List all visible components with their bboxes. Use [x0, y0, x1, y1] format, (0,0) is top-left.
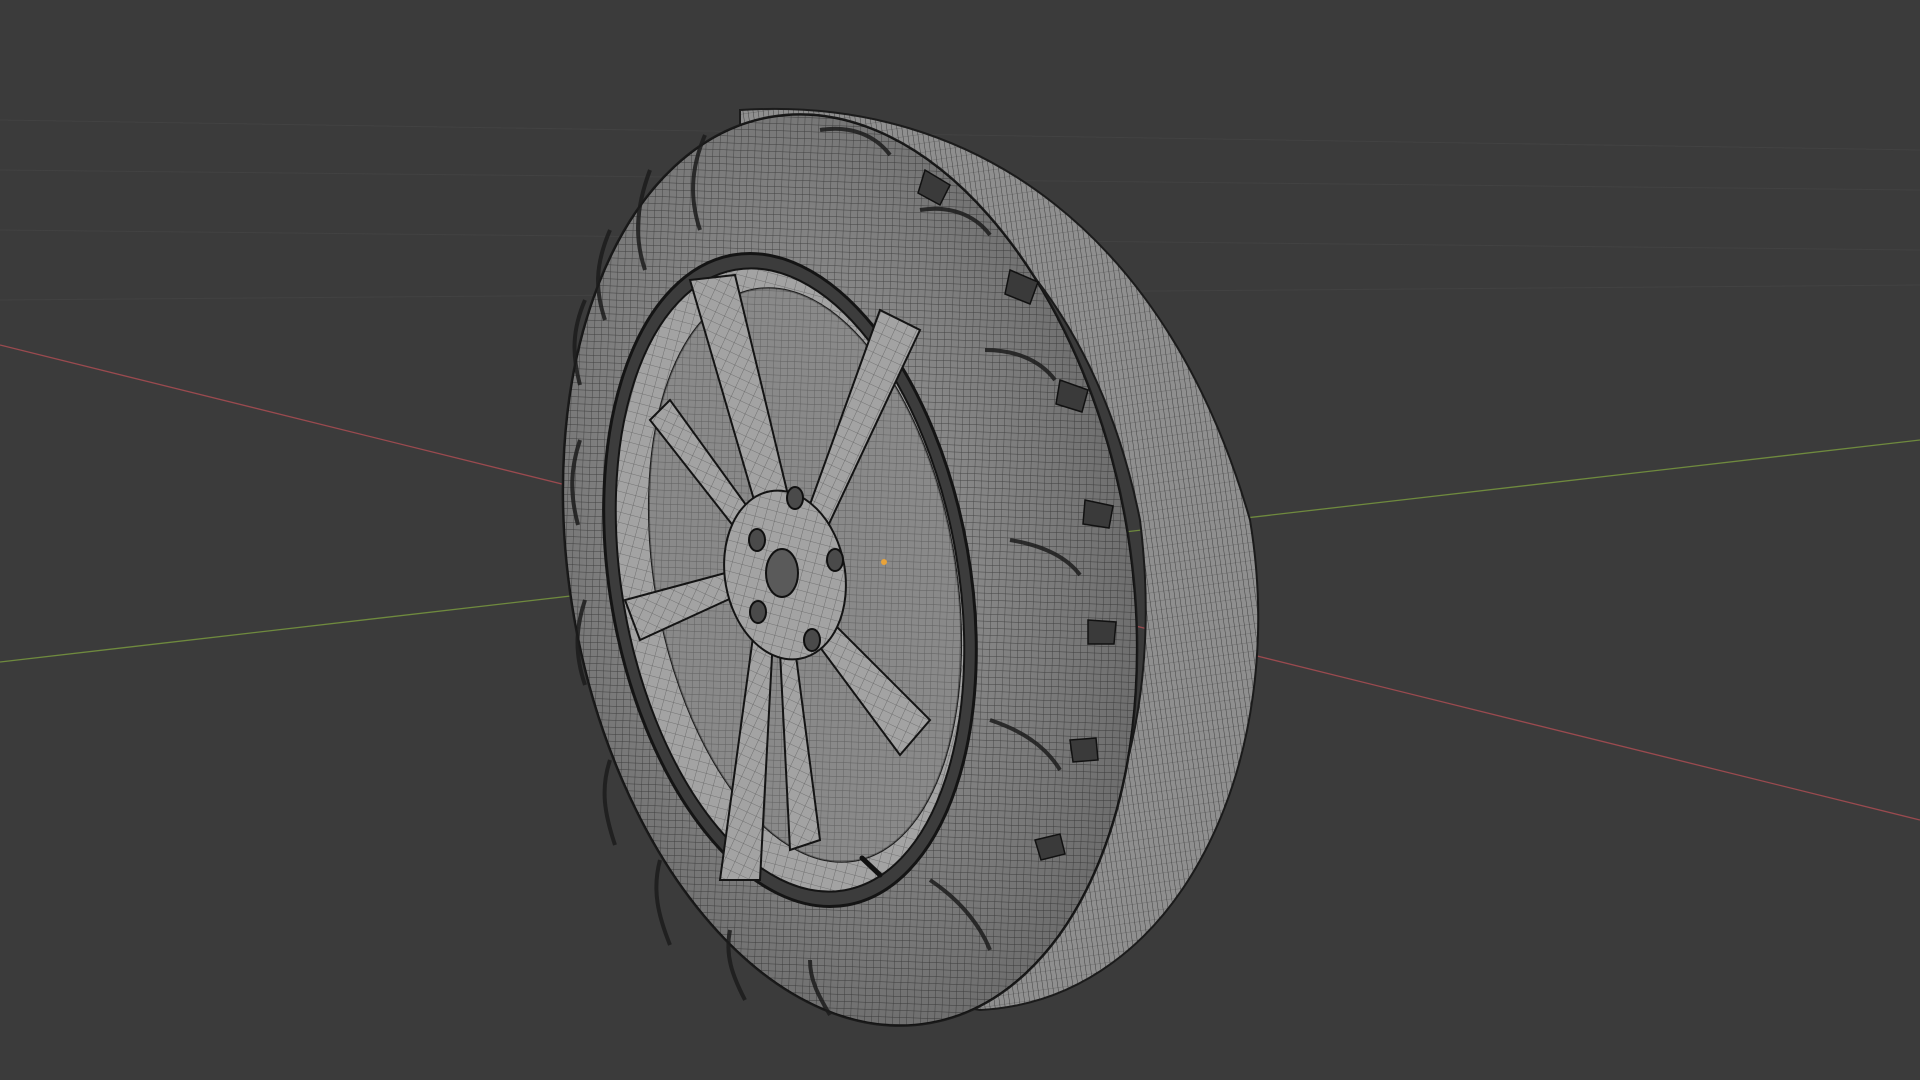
lug-nut [786, 486, 804, 510]
wheel-mesh[interactable] [494, 68, 1260, 1071]
lug-nut [803, 628, 821, 652]
3d-viewport[interactable] [0, 0, 1920, 1080]
lug-nut [749, 600, 767, 624]
viewport-canvas[interactable] [0, 0, 1920, 1080]
center-cap [765, 548, 799, 598]
lug-nut [826, 548, 844, 572]
origin-marker [881, 559, 887, 565]
lug-nut [748, 528, 766, 552]
